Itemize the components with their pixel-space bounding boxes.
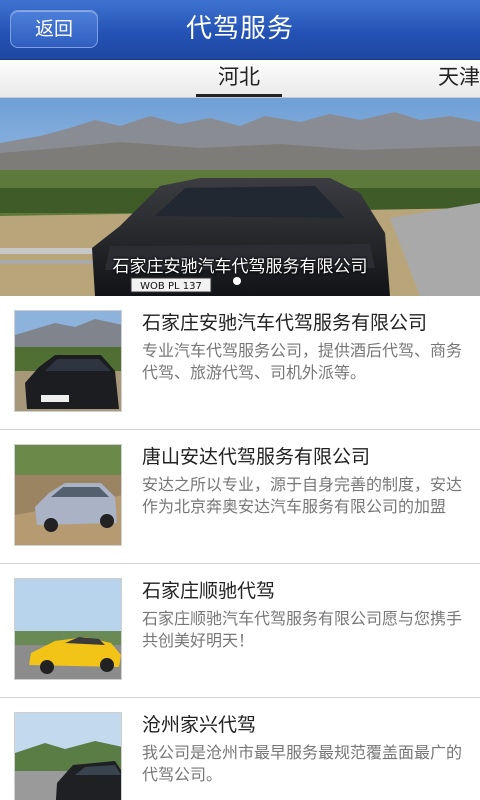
banner-plate: WOB PL 137 [140,281,202,292]
list-item[interactable]: 沧州家兴代驾 我公司是沧州市最早服务最规范覆盖面最广的代驾公司。 [0,698,480,800]
company-description: 安达之所以专业，源于自身完善的制度，安达作为北京奔奥安达汽车服务有限公司的加盟 [142,475,463,516]
carousel-indicator-dot [233,277,241,285]
banner-carousel[interactable]: WOB PL 137 石家庄安驰汽车代驾服务有限公司 [0,98,480,296]
list-item[interactable]: 石家庄安驰汽车代驾服务有限公司 专业汽车代驾服务公司，提供酒后代驾、商务代驾、旅… [0,296,480,430]
tab-tianjin[interactable]: 天津 [438,60,480,97]
region-tabs: 河北 天津 [0,60,480,98]
header-bar: 返回 代驾服务 [0,0,480,60]
company-thumbnail [14,310,122,412]
page-title: 代驾服务 [185,14,294,44]
company-name: 唐山安达代驾服务有限公司 [142,446,371,468]
company-thumbnail [14,712,122,800]
company-name: 石家庄顺驰代驾 [142,580,276,602]
list-item[interactable]: 唐山安达代驾服务有限公司 安达之所以专业，源于自身完善的制度，安达作为北京奔奥安… [0,430,480,564]
company-name: 沧州家兴代驾 [142,714,257,736]
banner-caption: 石家庄安驰汽车代驾服务有限公司 [112,257,368,277]
company-description: 石家庄顺驰汽车代驾服务有限公司愿与您携手共创美好明天！ [142,609,463,650]
list-item[interactable]: 石家庄顺驰代驾 石家庄顺驰汽车代驾服务有限公司愿与您携手共创美好明天！ [0,564,480,698]
company-description: 专业汽车代驾服务公司，提供酒后代驾、商务代驾、旅游代驾、司机外派等。 [142,341,463,382]
company-thumbnail [14,578,122,680]
company-name: 石家庄安驰汽车代驾服务有限公司 [142,312,428,334]
company-description: 我公司是沧州市最早服务最规范覆盖面最广的代驾公司。 [142,743,463,784]
company-thumbnail [14,444,122,546]
tab-hebei[interactable]: 河北 [196,60,282,97]
